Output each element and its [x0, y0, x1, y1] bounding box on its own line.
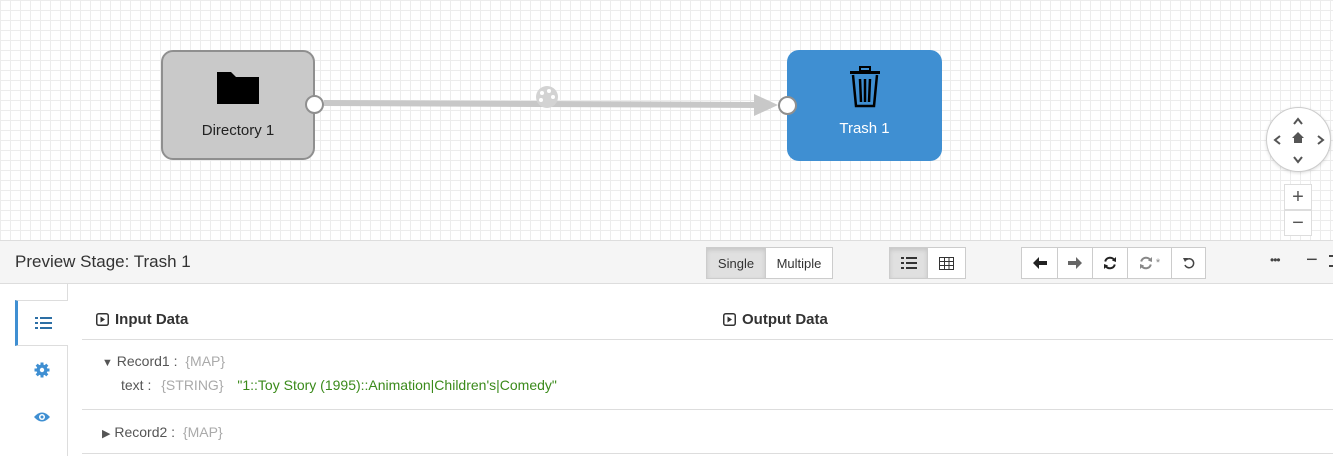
- pan-down-icon[interactable]: [1293, 152, 1303, 166]
- input-data-header[interactable]: Input Data: [96, 311, 188, 328]
- stage-directory[interactable]: Directory 1: [161, 50, 315, 160]
- refresh-button[interactable]: [1092, 247, 1128, 279]
- record-name: Record2 :: [114, 424, 176, 440]
- refresh-icon: [1104, 256, 1116, 270]
- output-data-header[interactable]: Output Data: [723, 311, 828, 328]
- list-icon: [34, 317, 52, 329]
- pan-left-icon[interactable]: [1273, 133, 1281, 147]
- field-key: text :: [121, 377, 152, 393]
- divider: [82, 453, 1333, 454]
- field-row: text : {STRING} "1::Toy Story (1995)::An…: [121, 377, 557, 393]
- record-type: {MAP}: [182, 424, 223, 440]
- reset-button[interactable]: [1171, 247, 1206, 279]
- input-port[interactable]: [778, 96, 797, 115]
- minimize-button[interactable]: −: [1306, 249, 1318, 272]
- refresh-icon: [1139, 256, 1152, 270]
- input-data-label: Input Data: [115, 311, 189, 328]
- eye-icon: [33, 412, 50, 422]
- preview-header: Preview Stage: Trash 1 Single Multiple *…: [0, 240, 1333, 284]
- tab-configuration[interactable]: [15, 347, 68, 393]
- field-value: "1::Toy Story (1995)::Animation|Children…: [237, 377, 557, 393]
- zoom-out-button[interactable]: −: [1284, 210, 1312, 236]
- table-view-button[interactable]: [927, 247, 966, 279]
- tab-records[interactable]: [15, 300, 68, 346]
- pipeline-canvas[interactable]: Directory 1 Trash 1 + −: [0, 0, 1333, 240]
- play-square-icon: [96, 313, 109, 326]
- table-icon: [939, 256, 954, 270]
- list-icon: [900, 257, 917, 269]
- zoom-in-button[interactable]: +: [1284, 184, 1312, 210]
- play-square-icon: [723, 313, 736, 326]
- pan-right-icon[interactable]: [1317, 133, 1325, 147]
- record-name: Record1 :: [116, 353, 178, 369]
- more-options-icon[interactable]: •••: [1270, 253, 1281, 267]
- pan-up-icon[interactable]: [1293, 113, 1303, 127]
- expanded-caret-icon[interactable]: ▼: [102, 357, 113, 369]
- gear-icon: [34, 362, 49, 378]
- stage-label: Trash 1: [839, 120, 890, 137]
- output-data-label: Output Data: [742, 311, 828, 328]
- field-type: {STRING}: [161, 377, 224, 393]
- record-row[interactable]: ▼ Record1 : {MAP}: [102, 353, 225, 369]
- arrow-right-icon: [1068, 257, 1082, 269]
- list-view-button[interactable]: [889, 247, 928, 279]
- record-type: {MAP}: [185, 353, 226, 369]
- previous-batch-button[interactable]: [1021, 247, 1058, 279]
- folder-icon: [217, 72, 259, 104]
- divider: [82, 409, 1333, 410]
- canvas-pan-control[interactable]: [1266, 107, 1331, 172]
- stage-label: Directory 1: [201, 122, 275, 139]
- tab-preview-view[interactable]: [15, 394, 68, 440]
- undo-icon: [1182, 257, 1194, 269]
- multiple-mode-button[interactable]: Multiple: [765, 247, 833, 279]
- data-rules-icon[interactable]: [536, 86, 558, 108]
- next-batch-button[interactable]: [1057, 247, 1093, 279]
- preview-title: Preview Stage: Trash 1: [15, 252, 191, 271]
- maximize-icon[interactable]: [1328, 253, 1333, 271]
- arrow-left-icon: [1032, 257, 1047, 269]
- divider: [82, 339, 1333, 340]
- trash-icon: [849, 66, 880, 108]
- single-mode-button[interactable]: Single: [706, 247, 766, 279]
- refresh-star: *: [1155, 257, 1161, 269]
- stage-trash[interactable]: Trash 1: [787, 50, 942, 161]
- output-port[interactable]: [305, 95, 324, 114]
- record-row[interactable]: ▶ Record2 : {MAP}: [102, 424, 223, 440]
- home-icon[interactable]: [1291, 131, 1305, 146]
- collapsed-caret-icon[interactable]: ▶: [102, 428, 110, 440]
- refresh-with-input-button[interactable]: *: [1127, 247, 1172, 279]
